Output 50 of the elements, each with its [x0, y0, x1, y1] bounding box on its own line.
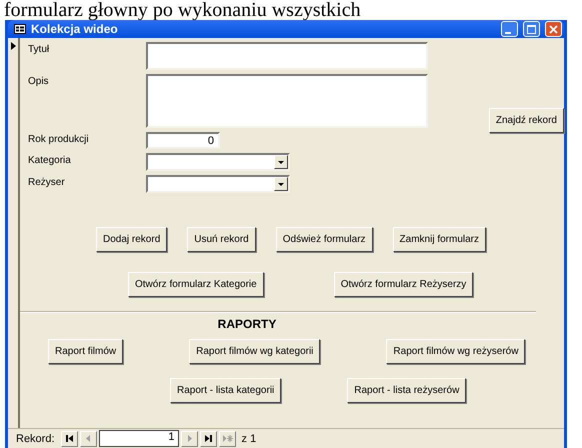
first-record-button[interactable] — [60, 430, 78, 446]
minimize-button[interactable] — [501, 21, 518, 37]
window-title: Kolekcja wideo — [31, 22, 119, 36]
field-label: Rok produkcji — [28, 133, 90, 145]
number-field[interactable]: 0 — [146, 132, 220, 149]
text-area[interactable] — [146, 74, 428, 128]
close-icon — [549, 24, 558, 34]
previous-record-button[interactable] — [80, 430, 97, 446]
new-record-icon — [222, 434, 233, 443]
combo-box[interactable] — [146, 175, 290, 193]
report-button[interactable]: Raport filmów — [48, 339, 124, 364]
maximize-button[interactable] — [523, 21, 540, 37]
form-action-button[interactable]: Otwórz formularz Kategorie — [128, 272, 264, 297]
text-field[interactable] — [146, 42, 428, 70]
find-record-button[interactable]: Znajdź rekord — [488, 108, 564, 133]
current-record-icon — [9, 42, 17, 50]
form-action-button[interactable]: Zamknij formularz — [392, 227, 486, 252]
report-button[interactable]: Raport filmów wg reżyserów — [386, 339, 526, 364]
caret-icon — [277, 180, 285, 188]
combo-box[interactable] — [146, 153, 290, 171]
dropdown-button[interactable] — [274, 177, 288, 191]
field-label: Reżyser — [28, 176, 66, 188]
record-label: Rekord: — [15, 432, 56, 444]
maximize-icon — [527, 24, 536, 34]
record-number-field[interactable]: 1 — [98, 430, 179, 447]
previous-icon — [84, 434, 93, 443]
new-record-button[interactable] — [218, 430, 236, 446]
document-text: formularz głowny po wykonaniu wszystkich — [3, 0, 362, 20]
report-button[interactable]: Raport - lista reżyserów — [347, 378, 466, 403]
form-action-button[interactable]: Odśwież formularz — [276, 227, 373, 252]
last-record-button[interactable] — [200, 430, 217, 446]
minimize-icon — [505, 32, 511, 34]
form-icon — [14, 24, 26, 34]
record-count-text: z 1 — [240, 432, 258, 444]
last-icon — [204, 434, 213, 443]
close-button[interactable] — [545, 21, 562, 37]
field-label: Opis — [28, 75, 50, 87]
form-action-button[interactable]: Otwórz formularz Reżyserzy — [334, 272, 474, 297]
field-label: Tytuł — [28, 43, 50, 55]
section-heading: RAPORTY — [218, 317, 276, 331]
dropdown-button[interactable] — [274, 155, 288, 169]
form-action-button[interactable]: Usuń rekord — [187, 227, 256, 252]
next-record-button[interactable] — [180, 430, 198, 446]
report-button[interactable]: Raport filmów wg kategorii — [189, 339, 320, 364]
form-action-button[interactable]: Dodaj rekord — [96, 227, 168, 252]
record-selector[interactable] — [8, 38, 20, 428]
first-icon — [64, 434, 74, 443]
report-button[interactable]: Raport - lista kategorii — [170, 378, 282, 403]
caret-icon — [277, 158, 285, 166]
field-label: Kategoria — [28, 154, 72, 166]
